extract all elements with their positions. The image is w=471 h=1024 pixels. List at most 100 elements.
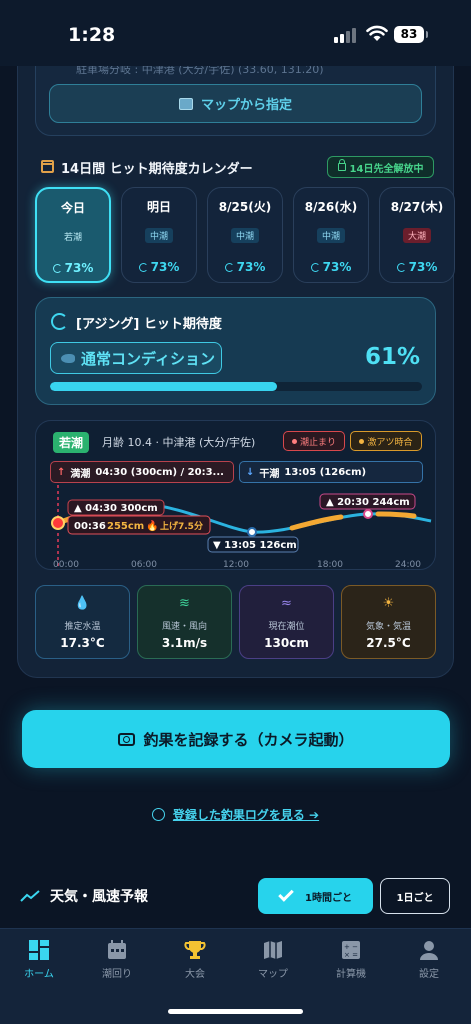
metric-value: 3.1m/s: [161, 636, 208, 650]
hot-time-segment: [289, 514, 344, 531]
moon-age-location: 月齢 10.4 · 中津港 (大分/宇佐): [102, 436, 256, 449]
swirl-icon: [52, 263, 62, 273]
location-text: 駐車場分岐 : 中津港 (大分/宇佐) (33.60, 131.20): [76, 66, 324, 76]
day-percentage: 73%: [208, 260, 282, 274]
tab-tides[interactable]: 潮回り: [78, 937, 156, 987]
hourly-toggle-button[interactable]: 1時間ごと: [258, 878, 373, 914]
weather-forecast-header: 天気・風速予報 1時間ごと 1日ごと: [20, 878, 450, 916]
hot-time-legend: 激アツ時合: [350, 431, 422, 451]
battery-tip: [426, 31, 428, 38]
arrow-down-icon: ↓: [246, 466, 255, 478]
tab-label: 設定: [419, 969, 439, 980]
hit-title: [アジング] ヒット期待度: [76, 317, 222, 332]
status-time: 1:28: [68, 24, 116, 46]
high-tide-label-1: ▲ 04:30 300cm: [74, 503, 158, 514]
tide-type-badge: 若潮: [53, 432, 90, 453]
map-icon: [264, 941, 282, 959]
main-scroll-area[interactable]: 駐車場分岐 : 中津港 (大分/宇佐) (33.60, 131.20) マップか…: [0, 66, 471, 928]
tab-home[interactable]: ホーム: [0, 937, 78, 987]
low-tide-label: 干潮: [259, 468, 280, 480]
low-tide-marker: [247, 527, 257, 537]
day-percentage: 73%: [37, 261, 109, 275]
metric-label: 現在潮位: [268, 622, 305, 632]
cellular-signal-icon: [334, 27, 358, 43]
swirl-icon: [396, 262, 406, 272]
high-tide-info: ↑ 満潮 04:30 (300cm) / 20:3...: [50, 461, 234, 483]
swirl-icon: [310, 262, 320, 272]
swirl-icon: [138, 262, 148, 272]
low-tide-value: 13:05 (126cm): [284, 466, 367, 478]
high-tide-label-2: ▲ 20:30 244cm: [326, 497, 410, 508]
tab-label: 潮回り: [102, 969, 132, 980]
home-grid-icon: [29, 940, 49, 960]
day-pct-value: 73%: [64, 261, 94, 275]
wind-metric: ≋ 風速・風向 3.1m/s: [137, 585, 232, 659]
hit-progress-fill: [50, 382, 277, 391]
tab-settings[interactable]: 設定: [390, 937, 468, 987]
check-icon: [278, 886, 294, 902]
select-from-map-label: マップから指定: [200, 98, 292, 113]
metric-value: 130cm: [264, 636, 309, 650]
day-percentage: 73%: [122, 260, 196, 274]
day-pct-value: 73%: [322, 260, 352, 274]
calendar-day-8-26[interactable]: 8/26(水) 中潮 73%: [293, 187, 369, 283]
catch-log-label: 登録した釣果ログを見る ➔: [172, 808, 320, 822]
metric-label: 気象・気温: [365, 622, 411, 632]
time-tick: 24:00: [395, 560, 421, 570]
status-bar: 1:28 83: [0, 0, 471, 66]
record-catch-button[interactable]: 釣果を記録する（カメラ起動）: [22, 710, 450, 768]
high-tide-label: 満潮: [70, 468, 91, 480]
wifi-icon: [366, 25, 388, 41]
time-tick: 06:00: [131, 560, 157, 570]
day-pct-value: 73%: [236, 260, 266, 274]
low-tide-info: ↓ 干潮 13:05 (126cm): [239, 461, 423, 483]
svg-text:× =: × =: [344, 951, 358, 959]
weather-title: 天気・風速予報: [50, 889, 148, 905]
day-label: 8/27(木): [390, 200, 444, 214]
tide-type-chip: 中潮: [230, 228, 260, 243]
metric-value: 27.5°C: [366, 636, 411, 650]
catch-log-link[interactable]: 登録した釣果ログを見る ➔: [0, 806, 471, 823]
calendar-day-today[interactable]: 今日 若潮 73%: [35, 187, 111, 283]
condition-label: 通常コンディション: [81, 349, 215, 368]
red-dot-icon: [291, 438, 297, 444]
calendar-icon: [41, 160, 54, 173]
calendar-day-8-25[interactable]: 8/25(火) 中潮 73%: [207, 187, 283, 283]
tide-chart: ▲ 04:30 300cm 00:36 255cm 🔥 上げ7.5分 ▼ 13:…: [51, 485, 432, 570]
daily-label: 1日ごと: [396, 892, 434, 904]
map-picture-icon: [178, 97, 193, 110]
camera-icon: [118, 732, 136, 746]
unlock-badge: 14日先全解放中: [327, 156, 434, 178]
hot-time-label: 激アツ時合: [367, 437, 413, 448]
tab-calculator[interactable]: + − × = 計算機: [312, 937, 390, 987]
high-tide-marker: [363, 509, 373, 519]
calendar-day-8-27[interactable]: 8/27(木) 大潮 73%: [379, 187, 455, 283]
daily-toggle-button[interactable]: 1日ごと: [380, 878, 450, 914]
tab-map[interactable]: マップ: [234, 937, 312, 987]
metric-label: 風速・風向: [161, 622, 207, 632]
person-icon: [420, 941, 438, 960]
svg-text:+ −: + −: [344, 943, 358, 951]
day-pct-value: 73%: [408, 260, 438, 274]
tab-label: 計算機: [336, 969, 366, 980]
swirl-icon: [224, 262, 234, 272]
calendar-title: 14日間 ヒット期待度カレンダー: [61, 162, 253, 177]
waves-icon: ≈: [281, 596, 292, 611]
day-pct-value: 73%: [150, 260, 180, 274]
metric-value: 17.3°C: [60, 636, 105, 650]
history-icon: [151, 808, 165, 821]
tide-card: 若潮 月齢 10.4 · 中津港 (大分/宇佐) 潮止まり 激アツ時合 ↑ 満潮…: [35, 420, 436, 570]
tide-stop-label: 潮止まり: [299, 437, 336, 448]
select-from-map-button[interactable]: マップから指定: [49, 84, 422, 123]
arrow-up-icon: ↑: [57, 466, 66, 478]
sun-icon: ☀: [382, 596, 395, 611]
tide-type-chip: 中潮: [316, 228, 346, 243]
day-label: 8/25(火): [218, 200, 272, 214]
tab-tournament[interactable]: 大会: [156, 937, 234, 987]
now-trend-label: 上げ7.5分: [160, 520, 203, 532]
calendar-day-tomorrow[interactable]: 明日 中潮 73%: [121, 187, 197, 283]
water-drop-icon: 💧: [74, 596, 91, 611]
time-tick: 18:00: [317, 560, 343, 570]
hot-time-segment: [375, 511, 417, 519]
tide-type-chip: 中潮: [144, 228, 174, 243]
